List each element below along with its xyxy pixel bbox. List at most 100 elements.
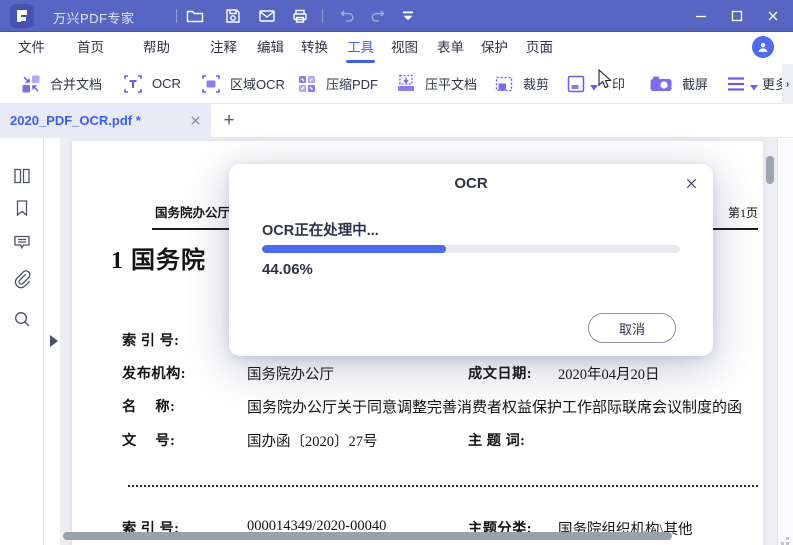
doc-heading: 1 国务院 (111, 248, 206, 274)
sidebar-comments-button[interactable] (11, 231, 33, 253)
close-window-button[interactable] (760, 4, 786, 28)
doc-field-value: 国办函〔2020〕27号 (247, 434, 378, 450)
redo-icon (371, 10, 385, 22)
menu-protect[interactable]: 保护 (481, 32, 508, 64)
doc-dotted-divider (128, 485, 758, 487)
menu-view[interactable]: 视图 (391, 32, 418, 64)
toolbar-item-screenshot[interactable]: 截屏 (648, 64, 708, 103)
right-panel-strip (777, 138, 793, 545)
menu-comment[interactable]: 注释 (210, 32, 237, 64)
toolbar-item-label: 压缩PDF (326, 77, 379, 92)
tab-active-document[interactable]: 2020_PDF_OCR.pdf * (0, 104, 211, 137)
sidebar-search-button[interactable] (11, 308, 33, 330)
menu-convert[interactable]: 转换 (301, 32, 328, 64)
menu-page[interactable]: 页面 (526, 32, 553, 64)
panel-expander-arrow[interactable] (50, 335, 58, 347)
titlebar-separator (322, 9, 323, 23)
tab-close-button[interactable] (190, 115, 201, 126)
folder-open-icon (186, 10, 204, 23)
save-button[interactable] (223, 6, 243, 26)
vertical-scrollbar-thumb[interactable] (766, 156, 774, 184)
toolbar-item-label: 裁剪 (523, 77, 550, 92)
toolbar-item-label: OCR (152, 76, 181, 91)
doc-field-label: 成文日期: (468, 366, 532, 382)
toolbar-item-label: 区域OCR (230, 77, 285, 92)
toolbar-overflow-expander[interactable]: › (782, 64, 793, 104)
tools-toolbar: 合并文档 OCR 区域OCR 压缩PDF 压平文档 裁剪 印 截屏 更多 (0, 64, 793, 104)
print-button[interactable] (290, 6, 310, 26)
user-avatar-icon (758, 43, 768, 52)
progress-percent-label: 44.06% (262, 261, 313, 278)
collapse-toolbar-icon (403, 11, 413, 21)
email-icon (259, 10, 275, 22)
ocr-icon (122, 73, 144, 95)
toolbar-item-label: 截屏 (682, 77, 709, 92)
toolbar-item-merge-documents[interactable]: 合并文档 (20, 64, 102, 103)
merge-documents-icon (20, 73, 42, 95)
horizontal-scrollbar-thumb[interactable] (63, 532, 672, 540)
maximize-button[interactable] (724, 4, 750, 28)
toolbar-item-crop[interactable]: 裁剪 (493, 64, 549, 103)
search-icon (15, 312, 30, 327)
app-logo (10, 4, 34, 28)
doc-info-row: 文 号: 国办函〔2020〕27号 主 题 词: (72, 430, 763, 450)
bookmarks-icon (16, 200, 28, 217)
watermark-icon (565, 73, 587, 95)
toolbar-item-compress-pdf[interactable]: 压缩PDF (296, 64, 378, 103)
doc-page-indicator: 第1页 (727, 206, 758, 220)
toolbar-item-flatten-document[interactable]: 压平文档 (395, 64, 477, 103)
sidebar-thumbnails-button[interactable] (11, 165, 33, 187)
title-bar: 万兴PDF专家 (0, 0, 793, 32)
screenshot-icon (648, 73, 674, 95)
maximize-icon (731, 10, 743, 22)
toolbar-item-label: 合并文档 (50, 77, 103, 92)
tab-title: 2020_PDF_OCR.pdf * (10, 113, 141, 128)
toolbar-item-area-ocr[interactable]: 区域OCR (200, 64, 285, 103)
resize-grip[interactable] (786, 537, 789, 540)
new-tab-button[interactable]: + (214, 104, 244, 137)
close-icon (686, 178, 696, 188)
chevron-down-icon[interactable] (750, 84, 758, 91)
menu-form[interactable]: 表单 (437, 32, 464, 64)
doc-field-label: 发布机构: (122, 366, 186, 382)
sidebar-attachments-button[interactable] (11, 268, 33, 290)
undo-button[interactable] (337, 6, 357, 26)
dialog-close-button[interactable] (682, 174, 700, 192)
titlebar-separator (176, 9, 177, 23)
print-icon (293, 9, 307, 23)
toolbar-item-ocr[interactable]: OCR (122, 64, 181, 103)
email-button[interactable] (257, 6, 277, 26)
more-menu-icon (725, 73, 747, 95)
menu-help[interactable]: 帮助 (143, 32, 170, 64)
doc-field-label: 文 号: (122, 433, 176, 449)
dialog-title: OCR (454, 175, 488, 192)
menu-tools[interactable]: 工具 (346, 32, 375, 64)
doc-field-value: 2020年04月20日 (558, 367, 660, 383)
app-title: 万兴PDF专家 (53, 11, 135, 26)
save-icon (226, 9, 240, 23)
menu-bar: 文件 首页 帮助 注释 编辑 转换 工具 视图 表单 保护 页面 (0, 32, 793, 64)
close-icon (191, 116, 200, 125)
redo-button[interactable] (368, 6, 388, 26)
comments-icon (14, 235, 30, 250)
account-avatar-button[interactable] (752, 36, 774, 58)
minimize-icon (696, 15, 706, 18)
collapse-toolbar-button[interactable] (398, 6, 418, 26)
menu-home[interactable]: 首页 (77, 32, 104, 64)
menu-file[interactable]: 文件 (18, 32, 45, 64)
toolbar-item-more[interactable]: 更多 (725, 64, 788, 103)
open-file-button[interactable] (185, 6, 205, 26)
ocr-progress-dialog: OCR OCR正在处理中... 44.06% 取消 (229, 164, 713, 356)
doc-info-row: 发布机构: 国务院办公厅 成文日期: 2020年04月20日 (72, 363, 763, 383)
page-thumbnails-icon (14, 168, 30, 184)
area-ocr-icon (200, 73, 222, 95)
flatten-document-icon (395, 73, 417, 95)
menu-edit[interactable]: 编辑 (257, 32, 284, 64)
sidebar-bookmarks-button[interactable] (11, 197, 33, 219)
minimize-button[interactable] (688, 4, 714, 28)
cancel-button[interactable]: 取消 (588, 313, 676, 343)
attachments-icon (14, 270, 31, 289)
toolbar-item-watermark[interactable]: 印 (565, 64, 625, 103)
doc-field-label: 主 题 词: (468, 433, 526, 449)
document-tab-bar: 2020_PDF_OCR.pdf * + (0, 104, 793, 138)
